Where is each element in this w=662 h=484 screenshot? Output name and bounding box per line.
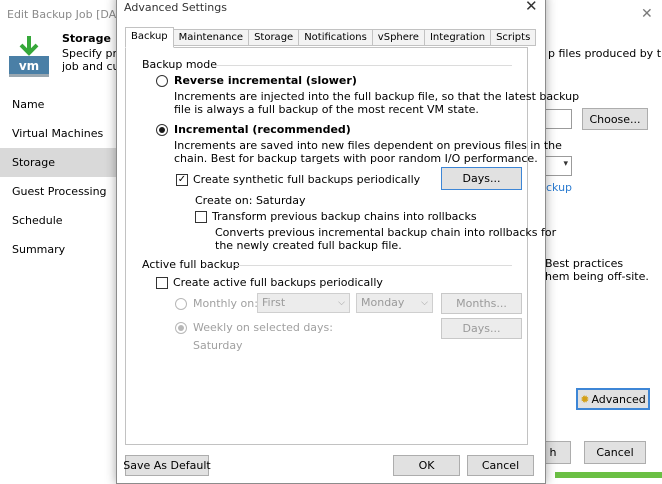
monthly-radio[interactable]: [175, 298, 187, 310]
synthetic-days-button[interactable]: Days...: [441, 167, 522, 190]
nav-item-virtual-machines[interactable]: Virtual Machines: [0, 119, 117, 148]
group-divider: [232, 265, 512, 266]
nav-item-name[interactable]: Name: [0, 90, 117, 119]
weekly-label: Weekly on selected days:: [193, 321, 333, 334]
synthetic-create-on: Create on: Saturday: [195, 194, 306, 207]
incremental-radio[interactable]: [156, 124, 168, 136]
chevron-down-icon: ⌵: [421, 298, 428, 308]
best-practices-line: Best practices: [545, 257, 624, 270]
chevron-down-icon: ⌵: [338, 298, 345, 308]
description-line: the newly created full backup file.: [215, 239, 402, 252]
tab-maintenance[interactable]: Maintenance: [173, 29, 250, 46]
transform-rollbacks-label: Transform previous backup chains into ro…: [212, 210, 477, 223]
advanced-label: Advanced: [591, 392, 646, 406]
nav-item-guest-processing[interactable]: Guest Processing: [0, 177, 117, 206]
description-line: chain. Best for backup targets with poor…: [174, 152, 538, 165]
active-full-backup-label: Active full backup: [142, 258, 240, 271]
ok-button[interactable]: OK: [393, 455, 460, 476]
description-line: file is always a full backup of the most…: [174, 103, 479, 116]
nav-item-storage[interactable]: Storage: [0, 148, 117, 177]
weekly-days-value: Saturday: [193, 339, 243, 352]
reverse-incremental-label: Reverse incremental (slower): [174, 74, 357, 87]
synthetic-full-checkbox[interactable]: ✓: [176, 174, 188, 186]
cancel-button[interactable]: Cancel: [467, 455, 534, 476]
advanced-settings-dialog: Advanced Settings ✕ Backup Maintenance S…: [116, 0, 579, 484]
reverse-incremental-radio[interactable]: [156, 75, 168, 87]
header-title: Storage: [62, 32, 111, 45]
monthly-week-value: First: [262, 296, 286, 309]
tab-backup[interactable]: Backup: [125, 27, 174, 48]
best-practices-line: hem being off-site.: [545, 270, 649, 283]
monthly-day-select[interactable]: Monday ⌵: [356, 293, 433, 313]
transform-rollbacks-checkbox[interactable]: [195, 211, 207, 223]
gear-icon: ✹: [580, 392, 590, 406]
description-line: Converts previous incremental backup cha…: [215, 226, 557, 239]
weekly-days-button[interactable]: Days...: [441, 318, 522, 339]
backup-tab-panel: Backup mode Reverse incremental (slower)…: [125, 47, 579, 445]
tab-vsphere[interactable]: vSphere: [372, 29, 425, 46]
status-bar: [555, 472, 662, 478]
weekly-radio[interactable]: [175, 322, 187, 334]
storage-vm-icon: vm: [7, 34, 51, 80]
backup-mode-label: Backup mode: [142, 58, 218, 71]
synthetic-full-label: Create synthetic full backups periodical…: [193, 173, 421, 186]
header-desc-line: Specify pro: [62, 47, 122, 60]
header-desc-line: job and cus: [62, 60, 122, 73]
monthly-day-value: Monday: [361, 296, 405, 309]
header-description: Specify pro job and cus: [62, 47, 122, 73]
wizard-cancel-button[interactable]: Cancel: [584, 441, 646, 464]
active-full-create-label: Create active full backups periodically: [173, 276, 383, 289]
monthly-week-select[interactable]: First ⌵: [257, 293, 350, 313]
incremental-label: Incremental (recommended): [174, 123, 351, 136]
svg-text:vm: vm: [19, 59, 39, 73]
best-practices-text: Best practices hem being off-site.: [545, 257, 655, 283]
nav-item-schedule[interactable]: Schedule: [0, 206, 117, 235]
description-line: Increments are saved into new files depe…: [174, 139, 562, 152]
description-line: Increments are injected into the full ba…: [174, 90, 580, 103]
backup-link[interactable]: ckup: [546, 181, 572, 194]
group-divider: [212, 65, 512, 66]
advanced-button[interactable]: ✹ Advanced: [576, 388, 650, 410]
incremental-description: Increments are saved into new files depe…: [174, 139, 562, 165]
monthly-label: Monthly on:: [193, 297, 258, 310]
transform-rollbacks-description: Converts previous incremental backup cha…: [215, 226, 556, 252]
months-button[interactable]: Months...: [441, 293, 522, 314]
save-as-default-button[interactable]: Save As Default: [123, 455, 211, 476]
chevron-down-icon: ▾: [563, 159, 568, 169]
choose-button[interactable]: Choose...: [582, 108, 648, 130]
close-icon[interactable]: ✕: [525, 0, 538, 15]
wizard-nav: Name Virtual Machines Storage Guest Proc…: [0, 90, 117, 264]
reverse-incremental-description: Increments are injected into the full ba…: [174, 90, 579, 116]
nav-item-summary[interactable]: Summary: [0, 235, 117, 264]
tab-storage[interactable]: Storage: [249, 29, 300, 46]
tab-integration[interactable]: Integration: [424, 29, 492, 46]
close-icon[interactable]: ✕: [641, 6, 653, 22]
dialog-title: Advanced Settings: [124, 1, 227, 14]
active-full-checkbox[interactable]: [156, 277, 168, 289]
storage-description: p files produced by this: [548, 47, 662, 60]
tab-scripts[interactable]: Scripts: [491, 29, 537, 46]
tab-notifications[interactable]: Notifications: [299, 29, 373, 46]
tab-strip: Backup Maintenance Storage Notifications…: [125, 27, 537, 48]
